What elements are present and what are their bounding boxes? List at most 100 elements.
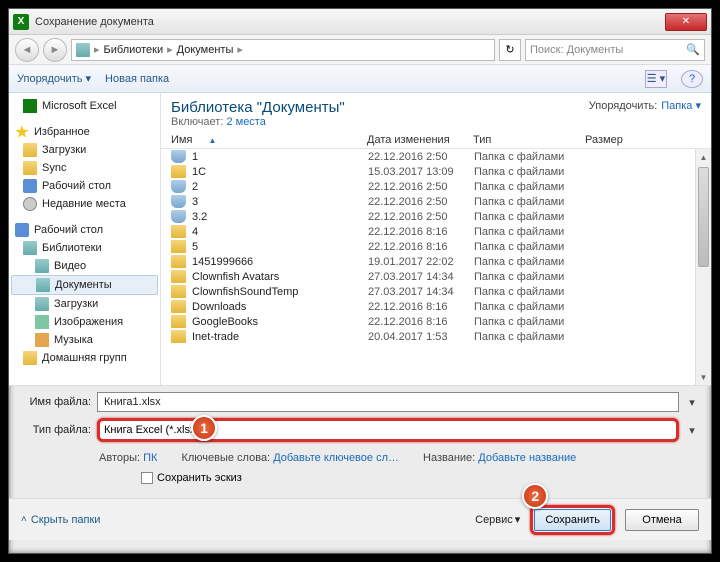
back-button[interactable]: ◄ [15,38,39,62]
list-item[interactable]: 3.222.12.2016 2:50Папка с файлами [161,209,711,224]
list-item[interactable]: Downloads22.12.2016 8:16Папка с файлами [161,299,711,314]
image-icon [35,315,49,329]
file-name: Inet-trade [192,331,368,343]
list-item[interactable]: 522.12.2016 8:16Папка с файлами [161,239,711,254]
library-locations-link[interactable]: 2 места [226,116,265,128]
col-type[interactable]: Тип [473,134,585,146]
filename-input[interactable]: Книга1.xlsx [97,392,679,412]
new-folder-button[interactable]: Новая папка [105,73,169,85]
file-type: Папка с файлами [474,301,564,313]
file-name: 4 [192,226,368,238]
filetype-dropdown-icon[interactable]: ▾ [685,424,699,437]
list-item[interactable]: 145199966619.01.2017 22:02Папка с файлам… [161,254,711,269]
breadcrumb-seg2[interactable]: Документы [177,44,234,56]
hide-folders-button[interactable]: ˄Скрыть папки [21,514,100,526]
window-title: Сохранение документа [35,16,665,28]
sidebar-item-downloads[interactable]: Загрузки [11,141,158,159]
arrange-by-dropdown[interactable]: Папка ▾ [661,99,701,112]
file-date: 22.12.2016 2:50 [368,181,474,193]
list-item[interactable]: 122.12.2016 2:50Папка с файлами [161,149,711,164]
filename-label: Имя файла: [21,396,91,408]
col-date[interactable]: Дата изменения [367,134,473,146]
folder-icon [171,255,186,268]
scroll-up-icon[interactable]: ▲ [696,149,711,165]
sidebar-item-music[interactable]: Музыка [11,331,158,349]
search-icon: 🔍 [686,43,700,56]
file-type: Папка с файлами [474,196,564,208]
help-button[interactable]: ? [681,70,703,88]
save-button[interactable]: Сохранить [534,509,611,531]
sort-asc-icon: ▲ [208,136,216,145]
list-item[interactable]: ClownfishSoundTemp27.03.2017 14:34Папка … [161,284,711,299]
titlebar: X Сохранение документа ✕ [9,9,711,35]
filename-dropdown-icon[interactable]: ▾ [685,396,699,409]
cancel-button[interactable]: Отмена [625,509,699,531]
folder-icon [171,300,186,313]
scroll-down-icon[interactable]: ▼ [696,369,711,385]
file-type: Папка с файлами [474,256,564,268]
sidebar-item-sync[interactable]: Sync [11,159,158,177]
keywords-value[interactable]: Добавьте ключевое сл… [273,452,399,464]
sidebar-item-images[interactable]: Изображения [11,313,158,331]
file-date: 22.12.2016 2:50 [368,196,474,208]
sidebar-item-homegroup[interactable]: Домашняя групп [11,349,158,367]
view-mode-button[interactable]: ☰ ▾ [645,70,667,88]
sidebar-item-desktop2[interactable]: Рабочий стол [11,221,158,239]
close-button[interactable]: ✕ [665,13,707,31]
refresh-button[interactable]: ↻ [499,39,521,61]
chevron-down-icon: ▾ [515,513,521,526]
list-item[interactable]: Inet-trade20.04.2017 1:53Папка с файлами [161,329,711,344]
library-title: Библиотека "Документы" [171,99,589,116]
file-type: Папка с файлами [474,316,564,328]
sidebar-item-desktop[interactable]: Рабочий стол [11,177,158,195]
breadcrumb-seg1[interactable]: Библиотеки [104,44,164,56]
file-date: 27.03.2017 14:34 [368,286,474,298]
clock-icon [23,197,37,211]
title-value[interactable]: Добавьте название [478,452,576,464]
sidebar-item-favorites[interactable]: Избранное [11,123,158,141]
desktop-icon [23,179,37,193]
forward-button[interactable]: ► [43,38,67,62]
metadata-row: Авторы: ПК Ключевые слова: Добавьте ключ… [21,448,699,468]
nav-row: ◄ ► ▸ Библиотеки ▸ Документы ▸ ↻ Поиск: … [9,35,711,65]
sidebar-item-recent[interactable]: Недавние места [11,195,158,213]
list-item[interactable]: 222.12.2016 2:50Папка с файлами [161,179,711,194]
library-icon [23,241,37,255]
list-item[interactable]: 422.12.2016 8:16Папка с файлами [161,224,711,239]
address-bar[interactable]: ▸ Библиотеки ▸ Документы ▸ [71,39,495,61]
folder-icon [171,240,186,253]
folder-icon [171,330,186,343]
col-name[interactable]: Имя▲ [171,134,367,146]
sidebar-item-documents[interactable]: Документы [11,275,158,295]
list-item[interactable]: 1C15.03.2017 13:09Папка с файлами [161,164,711,179]
scrollbar-thumb[interactable] [698,167,709,267]
list-item[interactable]: Clownfish Avatars27.03.2017 14:34Папка с… [161,269,711,284]
sidebar-item-downloads2[interactable]: Загрузки [11,295,158,313]
folder-icon [171,225,186,238]
sidebar-item-video[interactable]: Видео [11,257,158,275]
filetype-dropdown[interactable]: Книга Excel (*.xlsx) [97,418,679,442]
dialog-body: Microsoft Excel Избранное Загрузки Sync … [9,93,711,385]
file-type: Папка с файлами [474,151,564,163]
folder-icon [171,315,186,328]
title-label: Название: [423,452,475,464]
file-name: 3.2 [192,211,368,223]
list-item[interactable]: 322.12.2016 2:50Папка с файлами [161,194,711,209]
col-size[interactable]: Размер [585,134,691,146]
homegroup-icon [23,351,37,365]
keywords-label: Ключевые слова: [181,452,270,464]
authors-label: Авторы: [99,452,140,464]
file-list[interactable]: 122.12.2016 2:50Папка с файлами1C15.03.2… [161,149,711,385]
service-dropdown[interactable]: Сервис ▾ [475,513,520,526]
sidebar-item-excel[interactable]: Microsoft Excel [11,97,158,115]
file-name: ClownfishSoundTemp [192,286,368,298]
list-item[interactable]: GoogleBooks22.12.2016 8:16Папка с файлам… [161,314,711,329]
save-button-highlight: Сохранить [530,505,615,535]
save-thumbnail-checkbox[interactable] [141,472,153,484]
sidebar-item-libraries[interactable]: Библиотеки [11,239,158,257]
library-icon [76,43,90,57]
authors-value[interactable]: ПК [143,452,157,464]
organize-button[interactable]: Упорядочить ▾ [17,72,91,85]
scrollbar[interactable]: ▲ ▼ [695,149,711,385]
search-input[interactable]: Поиск: Документы 🔍 [525,39,705,61]
